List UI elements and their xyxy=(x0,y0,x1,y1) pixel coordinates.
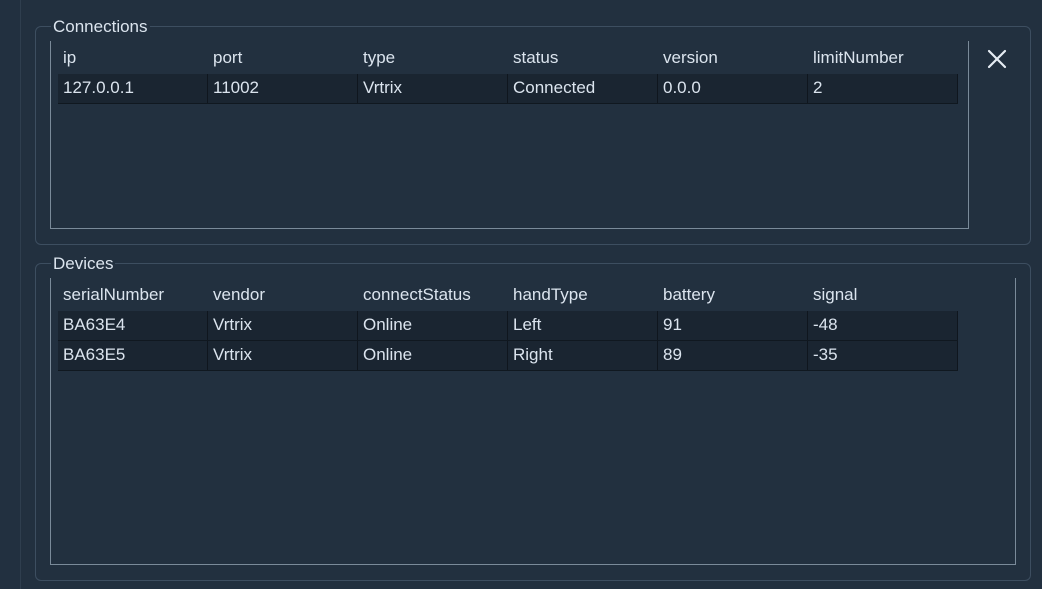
column-header-handtype[interactable]: handType xyxy=(508,278,658,312)
cell-ip: 127.0.0.1 xyxy=(58,74,208,103)
column-header-signal[interactable]: signal xyxy=(808,278,958,312)
connections-title: Connections xyxy=(51,17,150,37)
cell-handtype: Left xyxy=(508,311,658,340)
cell-serialnumber: BA63E4 xyxy=(58,311,208,340)
table-row[interactable]: 127.0.0.1 11002 Vrtrix Connected 0.0.0 2 xyxy=(58,74,958,104)
cell-signal: -48 xyxy=(808,311,958,340)
cell-signal: -35 xyxy=(808,341,958,370)
cell-status: Connected xyxy=(508,74,658,103)
connections-table-body: 127.0.0.1 11002 Vrtrix Connected 0.0.0 2 xyxy=(58,74,958,104)
cell-battery: 89 xyxy=(658,341,808,370)
cell-version: 0.0.0 xyxy=(658,74,808,103)
cell-vendor: Vrtrix xyxy=(208,311,358,340)
column-header-vendor[interactable]: vendor xyxy=(208,278,358,312)
cell-type: Vrtrix xyxy=(358,74,508,103)
close-button[interactable] xyxy=(982,44,1012,74)
cell-port: 11002 xyxy=(208,74,358,103)
column-header-battery[interactable]: battery xyxy=(658,278,808,312)
column-header-connectstatus[interactable]: connectStatus xyxy=(358,278,508,312)
cell-limitnumber: 2 xyxy=(808,74,958,103)
left-rail xyxy=(0,0,21,589)
devices-table: serialNumber vendor connectStatus handTy… xyxy=(50,278,1016,565)
cell-handtype: Right xyxy=(508,341,658,370)
table-row[interactable]: BA63E4 Vrtrix Online Left 91 -48 xyxy=(58,311,958,341)
column-header-port[interactable]: port xyxy=(208,41,358,75)
devices-title: Devices xyxy=(51,254,116,274)
table-row[interactable]: BA63E5 Vrtrix Online Right 89 -35 xyxy=(58,341,958,371)
column-header-version[interactable]: version xyxy=(658,41,808,75)
cell-vendor: Vrtrix xyxy=(208,341,358,370)
cell-connectstatus: Online xyxy=(358,311,508,340)
devices-table-header: serialNumber vendor connectStatus handTy… xyxy=(58,278,958,312)
column-header-type[interactable]: type xyxy=(358,41,508,75)
cell-serialnumber: BA63E5 xyxy=(58,341,208,370)
column-header-ip[interactable]: ip xyxy=(58,41,208,75)
connections-table-header: ip port type status version limitNumber xyxy=(58,41,958,75)
column-header-status[interactable]: status xyxy=(508,41,658,75)
cell-battery: 91 xyxy=(658,311,808,340)
column-header-limitnumber[interactable]: limitNumber xyxy=(808,41,958,75)
devices-table-body: BA63E4 Vrtrix Online Left 91 -48 BA63E5 … xyxy=(58,311,958,371)
column-header-serialnumber[interactable]: serialNumber xyxy=(58,278,208,312)
connections-table: ip port type status version limitNumber … xyxy=(50,41,969,229)
close-icon xyxy=(987,49,1007,69)
cell-connectstatus: Online xyxy=(358,341,508,370)
